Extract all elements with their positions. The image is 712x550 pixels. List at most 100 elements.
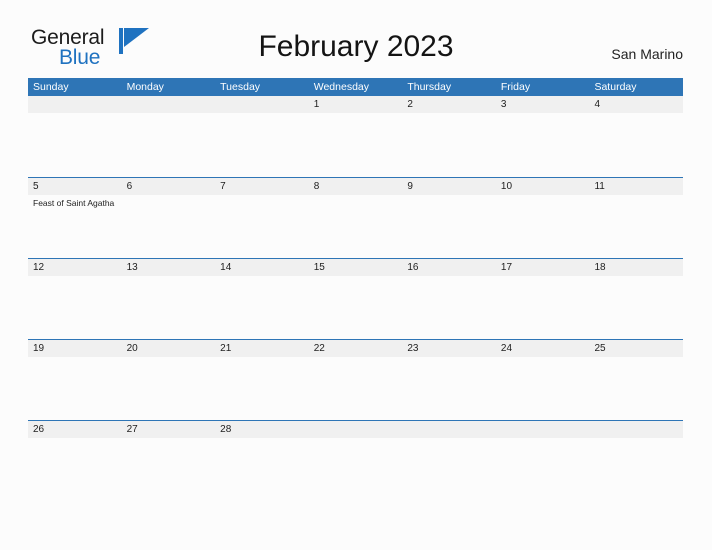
day-number[interactable]: 5 (28, 178, 122, 195)
day-cell[interactable] (589, 195, 683, 258)
calendar-week-row: 12 13 14 15 16 17 18 (28, 258, 683, 339)
day-cell[interactable] (309, 276, 403, 339)
day-number[interactable]: 7 (215, 178, 309, 195)
day-cell[interactable] (589, 357, 683, 420)
day-number[interactable]: 24 (496, 340, 590, 357)
day-number[interactable]: 9 (402, 178, 496, 195)
weekday-header-thursday: Thursday (407, 81, 452, 93)
weekday-header-row: Sunday Monday Tuesday Wednesday Thursday… (28, 78, 683, 96)
day-number[interactable]: 13 (122, 259, 216, 276)
locale-label: San Marino (611, 46, 683, 62)
day-number-empty (28, 96, 122, 113)
day-cell[interactable] (28, 438, 122, 501)
day-cell[interactable] (589, 113, 683, 176)
day-cell (309, 438, 403, 501)
day-event: Feast of Saint Agatha (33, 198, 115, 208)
day-cell[interactable] (402, 195, 496, 258)
day-cell[interactable] (309, 195, 403, 258)
day-cell[interactable] (496, 357, 590, 420)
week-event-band (28, 276, 683, 339)
week-date-band: 19 20 21 22 23 24 25 (28, 340, 683, 357)
day-cell[interactable] (215, 276, 309, 339)
day-number[interactable]: 6 (122, 178, 216, 195)
day-cell[interactable] (309, 113, 403, 176)
day-cell[interactable] (122, 438, 216, 501)
day-cell[interactable] (122, 276, 216, 339)
day-number[interactable]: 11 (589, 178, 683, 195)
day-number[interactable]: 12 (28, 259, 122, 276)
week-event-band (28, 113, 683, 176)
day-cell[interactable] (122, 357, 216, 420)
day-cell[interactable] (496, 113, 590, 176)
day-number[interactable]: 25 (589, 340, 683, 357)
day-number[interactable]: 3 (496, 96, 590, 113)
weekday-header-friday: Friday (500, 81, 531, 93)
day-number[interactable]: 2 (402, 96, 496, 113)
day-number[interactable]: 23 (402, 340, 496, 357)
calendar-page: General Blue February 2023 San Marino Su… (0, 0, 712, 550)
day-cell (122, 113, 216, 176)
day-number[interactable]: 27 (122, 421, 216, 438)
day-cell (215, 113, 309, 176)
day-cell[interactable] (402, 113, 496, 176)
day-cell[interactable] (496, 195, 590, 258)
week-event-band (28, 357, 683, 420)
day-cell (496, 438, 590, 501)
day-number-empty (589, 421, 683, 438)
week-date-band: 1234 (28, 96, 683, 113)
day-number-empty (496, 421, 590, 438)
day-cell[interactable] (28, 357, 122, 420)
day-number[interactable]: 10 (496, 178, 590, 195)
day-number[interactable]: 4 (589, 96, 683, 113)
week-event-band: Feast of Saint Agatha (28, 195, 683, 258)
day-number-empty (215, 96, 309, 113)
calendar-week-row: 1234 (28, 96, 683, 177)
day-number[interactable]: 21 (215, 340, 309, 357)
day-number-empty (309, 421, 403, 438)
day-cell[interactable] (496, 276, 590, 339)
weekday-header-sunday: Sunday (33, 81, 69, 93)
calendar-week-row: 26 27 28 (28, 420, 683, 501)
weekday-header-tuesday: Tuesday (220, 81, 261, 93)
day-number[interactable]: 20 (122, 340, 216, 357)
day-cell (589, 438, 683, 501)
calendar-week-row: 19 20 21 22 23 24 25 (28, 339, 683, 420)
day-cell[interactable] (122, 195, 216, 258)
day-cell[interactable] (215, 195, 309, 258)
calendar-week-row: 5 6 7 8 9 10 11 Feast of Saint Agatha (28, 177, 683, 258)
day-number-empty (122, 96, 216, 113)
day-number[interactable]: 1 (309, 96, 403, 113)
day-number[interactable]: 26 (28, 421, 122, 438)
week-date-band: 12 13 14 15 16 17 18 (28, 259, 683, 276)
day-cell (28, 113, 122, 176)
day-number[interactable]: 28 (215, 421, 309, 438)
day-cell[interactable]: Feast of Saint Agatha (28, 195, 122, 258)
day-number[interactable]: 18 (589, 259, 683, 276)
day-number[interactable]: 22 (309, 340, 403, 357)
weekday-header-saturday: Saturday (594, 81, 637, 93)
day-number[interactable]: 15 (309, 259, 403, 276)
day-cell[interactable] (402, 276, 496, 339)
week-date-band: 26 27 28 (28, 421, 683, 438)
day-number[interactable]: 17 (496, 259, 590, 276)
day-cell[interactable] (215, 357, 309, 420)
day-number[interactable]: 8 (309, 178, 403, 195)
day-number-empty (402, 421, 496, 438)
page-title: February 2023 (258, 30, 454, 63)
day-cell[interactable] (309, 357, 403, 420)
calendar-grid: Sunday Monday Tuesday Wednesday Thursday… (28, 78, 683, 501)
weekday-header-monday: Monday (126, 81, 164, 93)
day-number[interactable]: 19 (28, 340, 122, 357)
day-cell[interactable] (215, 438, 309, 501)
day-cell[interactable] (402, 357, 496, 420)
calendar-weeks: 1 2 3 4 5 6 7 8 9 10 11 Feast of Saint Agatha 12 13 14… (28, 96, 683, 501)
day-cell[interactable] (28, 276, 122, 339)
day-cell[interactable] (589, 276, 683, 339)
weekday-header-wednesday: Wednesday (313, 81, 369, 93)
week-event-band (28, 438, 683, 501)
day-number[interactable]: 14 (215, 259, 309, 276)
week-date-band: 5 6 7 8 9 10 11 (28, 178, 683, 195)
day-number[interactable]: 16 (402, 259, 496, 276)
day-cell (402, 438, 496, 501)
page-header: General Blue February 2023 San Marino (0, 0, 712, 78)
